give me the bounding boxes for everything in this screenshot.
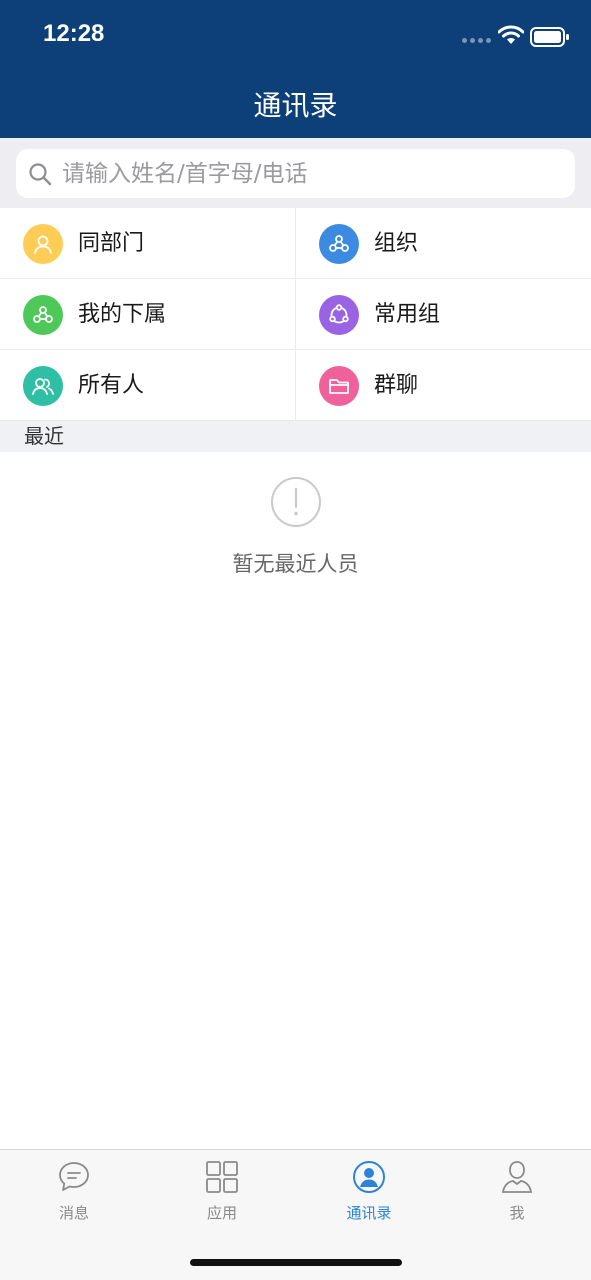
profile-icon <box>501 1161 533 1193</box>
category-same-department[interactable]: 同部门 <box>0 208 296 279</box>
category-common-groups[interactable]: 常用组 <box>296 279 591 350</box>
category-everyone[interactable]: 所有人 <box>0 350 296 421</box>
category-label: 组织 <box>374 231 419 256</box>
organization-icon <box>319 224 359 264</box>
tab-label: 通讯录 <box>346 1204 392 1222</box>
tab-label: 应用 <box>206 1204 237 1222</box>
contacts-icon <box>353 1161 385 1193</box>
category-group-chats[interactable]: 群聊 <box>296 350 591 421</box>
tab-contacts[interactable]: 通讯录 <box>295 1150 443 1230</box>
search-area <box>0 138 591 208</box>
search-input[interactable] <box>62 149 562 198</box>
person-icon <box>23 224 63 264</box>
tab-me[interactable]: 我 <box>443 1150 591 1230</box>
people-icon <box>23 366 63 406</box>
category-label: 所有人 <box>78 373 145 398</box>
wifi-icon <box>498 25 524 44</box>
search-icon <box>29 163 52 186</box>
header-bar: 12:28 通讯录 <box>0 0 591 138</box>
contact-categories-grid: 同部门 组织 我的下属 常用组 所有人 群聊 <box>0 208 591 421</box>
cellular-signal-icon <box>462 38 491 43</box>
home-indicator[interactable] <box>190 1259 402 1266</box>
recent-section-label: 最近 <box>24 424 64 448</box>
tab-messages[interactable]: 消息 <box>0 1150 148 1230</box>
category-label: 群聊 <box>374 373 419 398</box>
subordinates-icon <box>23 295 63 335</box>
category-organization[interactable]: 组织 <box>296 208 591 279</box>
category-my-subordinates[interactable]: 我的下属 <box>0 279 296 350</box>
status-time: 12:28 <box>43 20 105 47</box>
category-label: 我的下属 <box>78 302 167 327</box>
search-box[interactable] <box>16 149 575 198</box>
chat-icon <box>59 1162 89 1191</box>
battery-icon <box>530 27 569 47</box>
category-label: 常用组 <box>374 302 441 327</box>
recent-section-header: 最近 <box>0 421 591 452</box>
folder-icon <box>319 366 359 406</box>
tab-apps[interactable]: 应用 <box>148 1150 296 1230</box>
group-icon <box>319 295 359 335</box>
tab-label: 消息 <box>58 1204 89 1222</box>
page-title: 通讯录 <box>253 89 338 122</box>
apps-icon <box>206 1161 238 1193</box>
category-label: 同部门 <box>78 231 145 256</box>
empty-state-message: 暂无最近人员 <box>232 552 359 576</box>
tab-label: 我 <box>509 1204 525 1222</box>
exclamation-circle-icon <box>271 477 321 527</box>
